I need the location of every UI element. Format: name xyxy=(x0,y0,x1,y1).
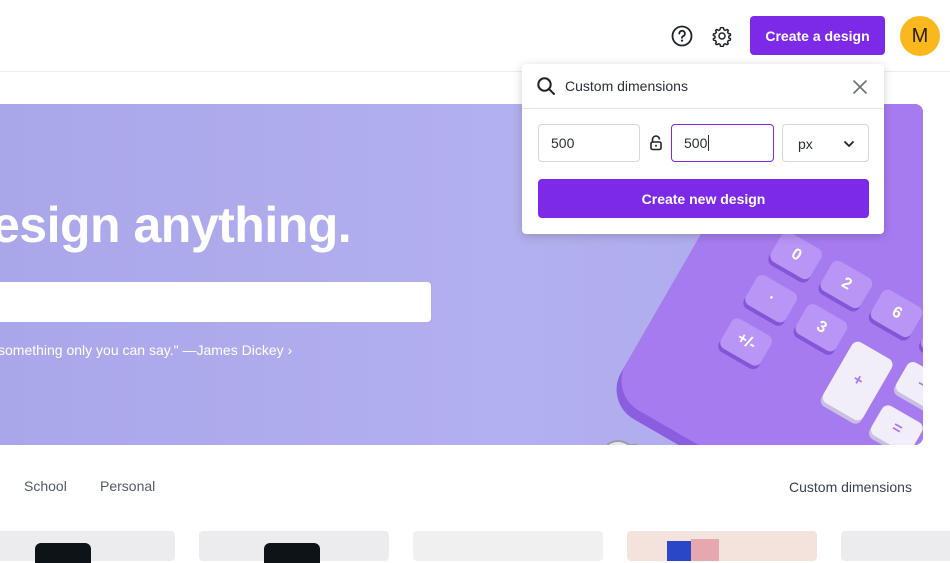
top-bar: Create a design M xyxy=(0,0,950,72)
help-icon[interactable] xyxy=(670,24,694,48)
create-new-design-button[interactable]: Create new design xyxy=(538,179,869,218)
chevron-down-icon xyxy=(843,137,855,153)
phone-image xyxy=(264,543,320,563)
hero-title: esign anything. xyxy=(0,197,352,253)
template-thumbnail[interactable] xyxy=(627,531,817,561)
category-tab-personal[interactable]: Personal xyxy=(100,478,155,494)
hero-quote-link[interactable]: something only you can say." —James Dick… xyxy=(0,342,292,358)
calc-key: 9 xyxy=(918,316,923,369)
width-field[interactable]: 500 xyxy=(538,124,640,162)
calc-key: 6 xyxy=(868,287,923,340)
template-thumbnail[interactable] xyxy=(413,531,603,561)
create-a-design-button[interactable]: Create a design xyxy=(750,16,885,55)
phone-image xyxy=(35,543,91,563)
template-thumbnail[interactable] xyxy=(841,531,950,561)
thumbnail-shape xyxy=(691,539,719,561)
calc-key: 0 xyxy=(767,229,825,282)
custom-dimensions-popover: Custom dimensions 500 500 px Create new … xyxy=(522,64,884,234)
lock-icon[interactable] xyxy=(649,135,663,156)
calc-key: 3 xyxy=(792,301,850,354)
calc-key: · xyxy=(742,272,800,325)
calc-key: = xyxy=(868,402,923,445)
gear-icon[interactable] xyxy=(710,24,734,48)
category-tab-school[interactable]: School xyxy=(24,478,67,494)
template-thumbnail[interactable] xyxy=(199,531,389,563)
custom-dimensions-link[interactable]: Custom dimensions xyxy=(789,479,912,495)
calc-key: +/- xyxy=(717,315,775,369)
height-field[interactable]: 500 xyxy=(671,124,774,162)
text-caret xyxy=(708,135,710,151)
close-icon[interactable] xyxy=(852,79,868,100)
search-icon xyxy=(536,76,556,101)
popover-header: Custom dimensions xyxy=(522,64,884,109)
unit-value: px xyxy=(798,136,813,152)
template-thumbnail[interactable] xyxy=(0,531,175,563)
unit-select[interactable]: px xyxy=(782,124,869,162)
calc-key: − xyxy=(893,359,923,412)
height-value: 500 xyxy=(684,135,708,151)
width-value: 500 xyxy=(551,135,575,151)
avatar[interactable]: M xyxy=(900,16,940,56)
hero-search-input[interactable] xyxy=(0,282,431,322)
calc-key: 2 xyxy=(817,258,875,311)
thumbnail-shape xyxy=(667,541,691,561)
popover-title: Custom dimensions xyxy=(565,78,688,94)
binder-clip-illustration xyxy=(606,440,639,445)
